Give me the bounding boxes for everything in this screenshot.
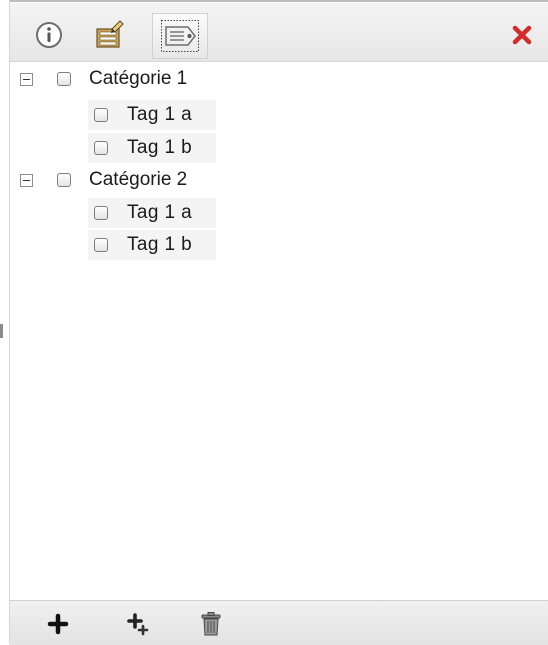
collapse-toggle[interactable] — [20, 73, 33, 86]
add-button[interactable] — [40, 607, 76, 641]
collapse-toggle[interactable] — [20, 174, 33, 187]
tree-tag-row[interactable]: Tag 1 a — [10, 198, 548, 228]
trash-icon — [201, 612, 221, 636]
plus-icon — [47, 613, 69, 635]
splitter-handle[interactable] — [0, 324, 3, 338]
category-label: Catégorie 1 — [89, 68, 188, 89]
info-button[interactable] — [29, 15, 69, 55]
category-checkbox[interactable] — [57, 72, 71, 86]
tag-icon — [161, 20, 199, 52]
delete-button[interactable] — [193, 607, 229, 641]
tag-label: Tag 1 a — [127, 202, 193, 223]
tree-tag-row[interactable]: Tag 1 b — [10, 133, 548, 163]
tag-checkbox[interactable] — [94, 238, 108, 252]
category-label: Catégorie 2 — [89, 169, 188, 190]
panel-top-border — [9, 0, 548, 2]
info-icon — [36, 22, 62, 48]
tree-tag-row[interactable]: Tag 1 a — [10, 100, 548, 130]
edit-button[interactable] — [90, 15, 130, 55]
tag-label: Tag 1 b — [127, 137, 193, 158]
bottom-toolbar — [10, 600, 548, 645]
tag-checkbox[interactable] — [94, 141, 108, 155]
tree-tag-row[interactable]: Tag 1 b — [10, 230, 548, 260]
tag-label: Tag 1 a — [127, 104, 193, 125]
close-icon — [512, 25, 532, 45]
tag-label: Tag 1 b — [127, 234, 193, 255]
add-child-icon — [127, 613, 149, 636]
close-button[interactable] — [502, 15, 542, 55]
tags-button[interactable] — [152, 13, 208, 59]
tree-category-row[interactable]: Catégorie 2 — [10, 165, 548, 195]
category-checkbox[interactable] — [57, 173, 71, 187]
edit-document-icon — [96, 20, 124, 48]
tree-category-row[interactable]: Catégorie 1 — [10, 64, 548, 94]
tag-checkbox[interactable] — [94, 108, 108, 122]
toolbar — [10, 3, 548, 62]
panel-left-border — [9, 0, 10, 644]
tag-checkbox[interactable] — [94, 206, 108, 220]
add-child-button[interactable] — [120, 607, 156, 641]
